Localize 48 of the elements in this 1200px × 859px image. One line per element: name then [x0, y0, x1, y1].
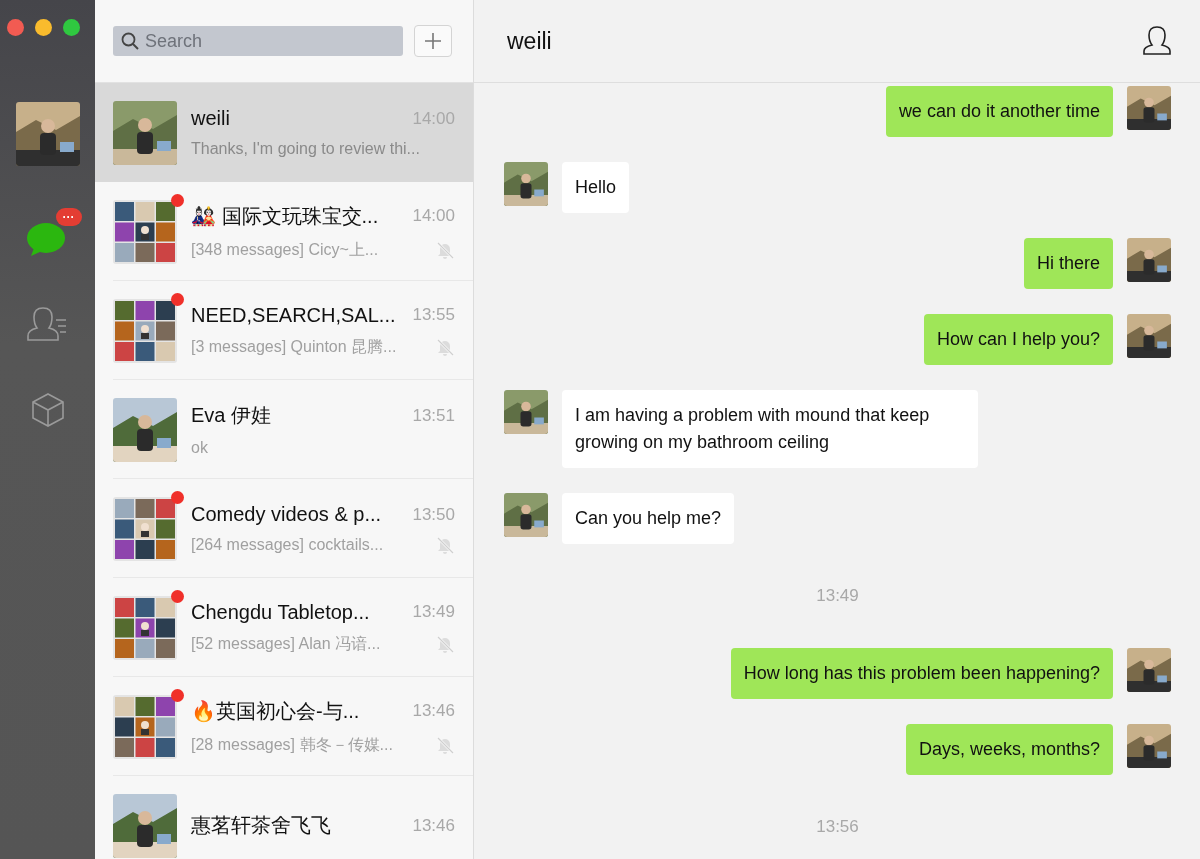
- message-preview: [348 messages] Cicy~上...: [191, 239, 379, 260]
- chat-name: Chengdu Tabletop...: [191, 600, 370, 624]
- close-button[interactable]: [7, 19, 24, 36]
- chat-name: Comedy videos & p...: [191, 503, 382, 526]
- message-bubble: we can do it another time: [885, 86, 1113, 137]
- chat-time: 13:50: [412, 504, 455, 525]
- message-preview: Thanks, I'm going to review thi...: [191, 140, 420, 158]
- message-bubble: How long has this problem been happening?: [730, 648, 1113, 699]
- chat-name: weili: [191, 107, 230, 130]
- chat-time: 13:46: [412, 815, 455, 836]
- chat-name: 🎎 国际文玩珠宝交...: [191, 203, 379, 229]
- cube-icon: [30, 392, 65, 428]
- chat-time: 13:55: [412, 305, 455, 325]
- timestamp: 13:49: [816, 586, 859, 606]
- message-bubble: How can I help you?: [923, 314, 1113, 365]
- chat-item[interactable]: NEED,SEARCH,SAL... 13:55 [3 messages] Quinton 昆腾...: [95, 281, 473, 380]
- chat-item[interactable]: Comedy videos & p... 13:50 [264 messages] cocktails...: [95, 479, 473, 578]
- message-bubble: Can you help me?: [562, 493, 735, 544]
- chat-name: NEED,SEARCH,SAL...: [191, 303, 396, 327]
- message-preview: [52 messages] Alan 冯谙...: [191, 633, 381, 654]
- chat-name: 惠茗轩茶舍飞飞: [191, 813, 331, 838]
- profile-icon[interactable]: [1142, 26, 1172, 56]
- unread-badge: ···: [55, 208, 82, 226]
- plus-icon: [424, 32, 442, 50]
- chat-item[interactable]: Chengdu Tabletop... 13:49 [52 messages] Alan 冯谙...: [95, 578, 473, 677]
- message-bubble: Hello: [562, 162, 630, 213]
- message-preview: [28 messages] 韩冬－传媒...: [191, 734, 393, 755]
- add-button[interactable]: [414, 25, 452, 57]
- conversation-title: weili: [507, 27, 552, 55]
- message-preview: [264 messages] cocktails...: [191, 536, 384, 554]
- message-bubble: I am having a problem with mound that keep growing on my bathroom ceiling: [562, 390, 978, 468]
- message-bubble: Hi there: [1023, 238, 1113, 289]
- chat-time: 14:00: [412, 206, 455, 226]
- message-preview: ok: [191, 439, 208, 457]
- chat-item[interactable]: 🎎 国际文玩珠宝交... 14:00 [348 messages] Cicy~上...: [95, 182, 473, 281]
- message-preview: [3 messages] Quinton 昆腾...: [191, 336, 397, 357]
- chat-name: 🔥英国初心会-与...: [191, 698, 360, 724]
- chat-name: Eva 伊娃: [191, 403, 272, 428]
- chat-item[interactable]: Eva 伊娃 13:51 ok: [95, 380, 473, 479]
- minimize-button[interactable]: [35, 19, 52, 36]
- timestamp: 13:56: [816, 817, 859, 837]
- message-bubble: Days, weeks, months?: [905, 724, 1113, 775]
- chat-time: 13:46: [412, 701, 455, 721]
- chat-item[interactable]: 🔥英国初心会-与... 13:46 [28 messages] 韩冬－传媒...: [95, 677, 473, 776]
- search-field[interactable]: Search: [113, 26, 403, 56]
- maximize-button[interactable]: [63, 19, 80, 36]
- chat-time: 13:51: [412, 405, 455, 426]
- chat-time: 13:49: [412, 602, 455, 622]
